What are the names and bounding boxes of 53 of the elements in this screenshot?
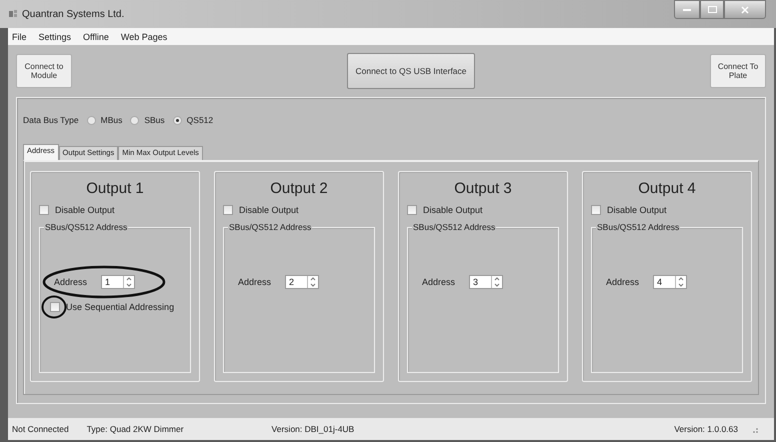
checkbox[interactable] — [591, 205, 601, 215]
menu-item[interactable]: Web Pages — [120, 32, 168, 42]
checkbox[interactable] — [223, 205, 233, 215]
group-title: SBus/QS512 Address — [596, 222, 680, 232]
address-label: Address — [238, 277, 272, 287]
radio-label: QS512 — [186, 115, 214, 125]
group-title: SBus/QS512 Address — [44, 222, 128, 232]
radio-button[interactable] — [130, 116, 140, 124]
address-label: Address — [54, 277, 88, 287]
address-label: Address — [422, 277, 456, 287]
bus-type-label: Data Bus Type — [23, 115, 79, 125]
group-title: SBus/QS512 Address — [228, 222, 312, 232]
annotation-circle — [41, 295, 67, 319]
output-title: Output 4 — [637, 180, 697, 197]
output-title: Output 1 — [85, 180, 145, 197]
checkbox[interactable] — [407, 205, 417, 215]
radio-button[interactable] — [172, 116, 182, 124]
connect-button[interactable]: Connect to Module — [16, 54, 72, 88]
connect-button[interactable]: Connect To Plate — [710, 54, 766, 88]
status-text: Type: Quad 2KW Dimmer — [86, 424, 184, 434]
close-button[interactable] — [724, 0, 766, 19]
checkbox-label: Disable Output — [55, 205, 115, 215]
output-title: Output 2 — [269, 180, 329, 197]
status-text: Not Connected — [12, 424, 69, 434]
address-spinner[interactable]: 4 — [653, 275, 688, 289]
close-icon — [741, 6, 749, 14]
radio-label: SBus — [144, 115, 165, 125]
app-icon — [8, 9, 18, 19]
checkbox[interactable] — [39, 205, 49, 215]
menu-item[interactable]: File — [12, 32, 27, 42]
checkbox-label: Disable Output — [423, 205, 483, 215]
window-title: Quantran Systems Ltd. — [22, 8, 126, 20]
status-text: Version: DBI_01j-4UB — [272, 424, 354, 434]
checkbox-label: Disable Output — [239, 205, 299, 215]
menu-item[interactable]: Settings — [38, 32, 72, 42]
address-spinner[interactable]: 3 — [469, 275, 504, 289]
address-label: Address — [606, 277, 640, 287]
radio-button[interactable] — [86, 116, 96, 124]
address-spinner[interactable]: 2 — [285, 275, 320, 289]
checkbox[interactable] — [50, 302, 60, 312]
checkbox-label: Disable Output — [607, 205, 667, 215]
connect-button[interactable]: Connect to QS USB Interface — [347, 53, 475, 89]
status-text: Version: 1.0.0.63 — [674, 424, 738, 434]
minimize-icon — [683, 8, 691, 12]
address-spinner[interactable]: 1 — [101, 275, 136, 289]
maximize-icon — [708, 6, 716, 13]
menu-item[interactable]: Offline — [83, 32, 109, 42]
group-title: SBus/QS512 Address — [412, 222, 496, 232]
minimize-button[interactable] — [674, 0, 700, 19]
maximize-button[interactable] — [700, 0, 724, 19]
output-title: Output 3 — [453, 180, 513, 197]
checkbox-label: Use Sequential Addressing — [66, 302, 174, 312]
radio-label: MBus — [100, 115, 122, 125]
